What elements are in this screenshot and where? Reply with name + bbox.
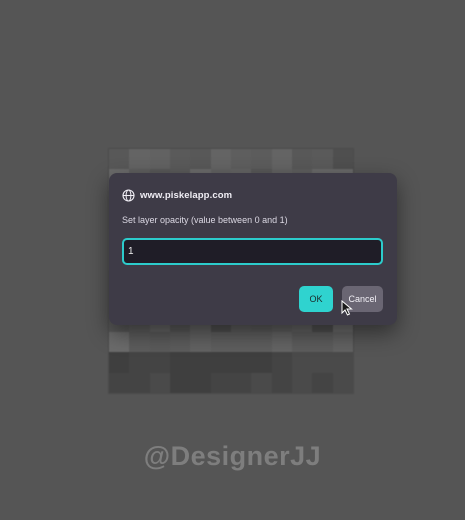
canvas-pixel	[271, 332, 292, 353]
canvas-pixel	[332, 352, 353, 373]
canvas-pixel	[271, 149, 292, 170]
canvas-pixel	[332, 372, 353, 393]
canvas-pixel	[251, 372, 272, 393]
canvas-pixel	[210, 372, 231, 393]
canvas-pixel	[170, 352, 191, 373]
canvas-pixel	[312, 332, 333, 353]
canvas-pixel	[332, 149, 353, 170]
globe-icon	[122, 188, 135, 202]
canvas-pixel	[251, 332, 272, 353]
canvas-pixel	[149, 332, 170, 353]
canvas-pixel	[190, 352, 211, 373]
screen: www.piskelapp.com Set layer opacity (val…	[0, 0, 465, 520]
canvas-pixel	[109, 352, 130, 373]
canvas-pixel	[312, 352, 333, 373]
canvas-pixel	[292, 372, 313, 393]
canvas-pixel	[129, 352, 150, 373]
canvas-pixel	[109, 372, 130, 393]
canvas-pixel	[109, 332, 130, 353]
canvas-pixel	[129, 372, 150, 393]
canvas-pixel	[271, 352, 292, 373]
opacity-input-box[interactable]	[122, 238, 383, 265]
canvas-pixel	[312, 149, 333, 170]
canvas-pixel	[190, 149, 211, 170]
canvas-pixel	[129, 332, 150, 353]
canvas-pixel	[109, 149, 130, 170]
canvas-pixel	[129, 149, 150, 170]
canvas-pixel	[312, 372, 333, 393]
canvas-pixel	[332, 332, 353, 353]
canvas-pixel	[170, 149, 191, 170]
canvas-pixel	[170, 372, 191, 393]
canvas-pixel	[149, 372, 170, 393]
prompt-dialog: www.piskelapp.com Set layer opacity (val…	[109, 173, 397, 325]
canvas-pixel	[190, 332, 211, 353]
canvas-pixel	[292, 352, 313, 373]
canvas-pixel	[292, 332, 313, 353]
canvas-pixel	[251, 149, 272, 170]
canvas-pixel	[231, 332, 252, 353]
canvas-pixel	[231, 352, 252, 373]
ok-button[interactable]: OK	[299, 286, 333, 312]
canvas-pixel	[149, 352, 170, 373]
canvas-pixel	[251, 352, 272, 373]
canvas-pixel	[170, 332, 191, 353]
canvas-pixel	[292, 149, 313, 170]
watermark: @DesignerJJ	[143, 441, 322, 471]
canvas-pixel	[210, 332, 231, 353]
canvas-pixel	[231, 372, 252, 393]
cursor-icon	[341, 299, 353, 316]
canvas-pixel	[271, 372, 292, 393]
canvas-pixel	[210, 352, 231, 373]
opacity-input[interactable]	[128, 240, 381, 263]
canvas-pixel	[231, 149, 252, 170]
dialog-origin: www.piskelapp.com	[122, 187, 383, 203]
canvas-pixel	[190, 372, 211, 393]
dialog-origin-text: www.piskelapp.com	[140, 189, 233, 201]
dialog-message: Set layer opacity (value between 0 and 1…	[122, 215, 288, 225]
canvas-pixel	[210, 149, 231, 170]
canvas-pixel	[149, 149, 170, 170]
